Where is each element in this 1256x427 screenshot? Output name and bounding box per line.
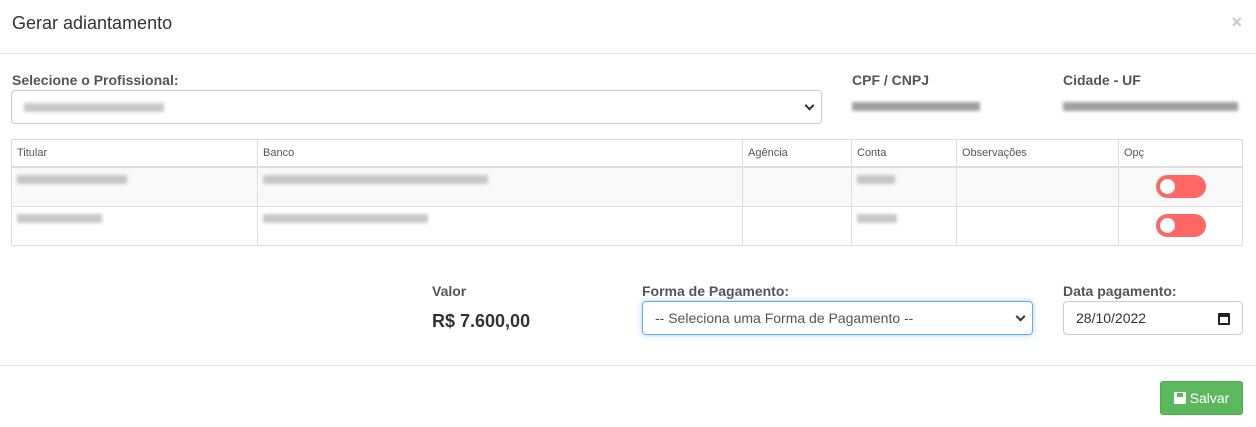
valor-value: R$ 7.600,00 bbox=[432, 311, 531, 331]
professional-select[interactable] bbox=[11, 90, 822, 124]
banco-value bbox=[263, 175, 488, 184]
col-banco: Banco bbox=[257, 139, 743, 168]
save-label: Salvar bbox=[1189, 390, 1230, 406]
payment-selected: -- Seleciona uma Forma de Pagamento -- bbox=[655, 310, 914, 326]
chevron-down-icon bbox=[804, 100, 815, 111]
col-conta: Conta bbox=[851, 139, 957, 168]
payment-label: Forma de Pagamento: bbox=[642, 283, 790, 299]
banco-value bbox=[263, 213, 428, 223]
cpf-label: CPF / CNPJ bbox=[852, 72, 930, 88]
modal-header: Gerar adiantamento × bbox=[0, 0, 1256, 54]
payment-date-input[interactable]: 28/10/2022 bbox=[1063, 301, 1243, 335]
valor-label: Valor bbox=[432, 283, 467, 299]
professional-label: Selecione o Profissional: bbox=[12, 72, 179, 88]
city-label: Cidade - UF bbox=[1063, 72, 1141, 88]
col-observacoes: Observações bbox=[956, 139, 1119, 168]
col-opc: Opç bbox=[1118, 139, 1243, 168]
modal-title: Gerar adiantamento bbox=[12, 13, 173, 33]
table-row bbox=[11, 205, 1243, 246]
account-toggle[interactable] bbox=[1155, 175, 1206, 198]
date-value: 28/10/2022 bbox=[1076, 310, 1147, 326]
professional-value bbox=[24, 102, 164, 112]
city-value bbox=[1063, 102, 1238, 111]
conta-value bbox=[857, 175, 895, 184]
col-agencia: Agência bbox=[742, 139, 852, 168]
date-label: Data pagamento: bbox=[1063, 283, 1177, 299]
modal-footer bbox=[0, 365, 1256, 366]
cpf-value bbox=[852, 102, 980, 111]
save-button[interactable]: Salvar bbox=[1160, 381, 1243, 415]
calendar-icon[interactable] bbox=[1218, 313, 1230, 325]
account-toggle[interactable] bbox=[1155, 213, 1206, 237]
chevron-down-icon bbox=[1015, 311, 1026, 322]
titular-value bbox=[17, 213, 102, 223]
col-titular: Titular bbox=[11, 139, 258, 168]
floppy-disk-icon bbox=[1173, 392, 1186, 404]
payment-method-select[interactable]: -- Seleciona uma Forma de Pagamento -- bbox=[642, 301, 1033, 335]
bank-accounts-table: Titular Banco Agência Conta Observações … bbox=[11, 139, 1243, 246]
close-icon[interactable]: × bbox=[1231, 12, 1242, 33]
table-row bbox=[11, 166, 1243, 207]
table-header-row: Titular Banco Agência Conta Observações … bbox=[11, 139, 1243, 168]
titular-value bbox=[17, 175, 127, 184]
conta-value bbox=[857, 213, 897, 223]
